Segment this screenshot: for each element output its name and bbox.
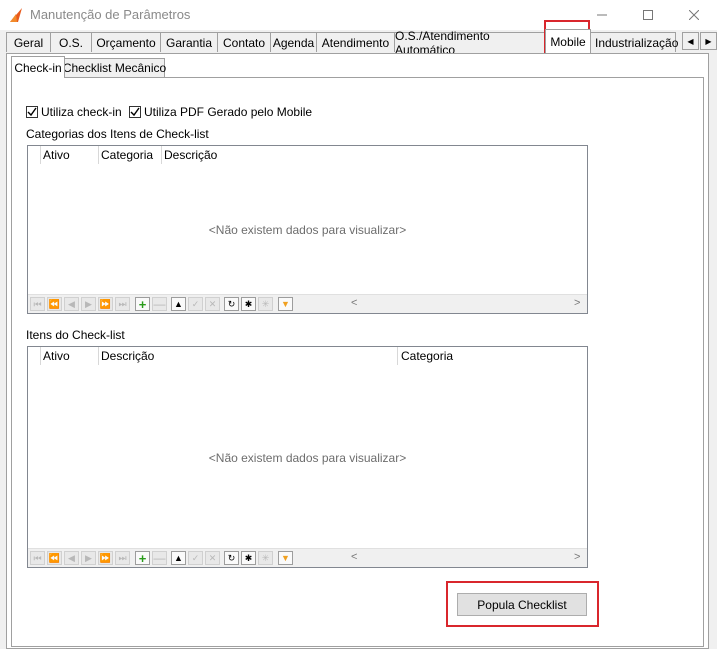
next-page-icon[interactable]: ⏩ [98,297,113,311]
tab-industrializacao[interactable]: Industrialização [590,32,678,52]
first-record-icon[interactable]: ⏮ [30,297,45,311]
goto-bookmark-icon[interactable]: ✳ [258,551,273,565]
col-categoria[interactable]: Categoria [401,349,453,363]
col-descricao[interactable]: Descrição [164,148,217,162]
tab-orcamento[interactable]: Orçamento [91,32,161,52]
prior-record-icon[interactable]: ◀ [64,297,79,311]
hscroll-right-icon[interactable]: > [574,551,580,563]
main-tabstrip: Geral O.S. Orçamento Garantia Contato Ag… [6,29,717,57]
cancel-icon[interactable]: ✕ [205,551,220,565]
itens-grid[interactable]: Ativo Descrição Categoria <Não existem d… [27,346,588,568]
col-ativo[interactable]: Ativo [43,349,70,363]
col-ativo[interactable]: Ativo [43,148,70,162]
tab-geral[interactable]: Geral [6,32,51,52]
tab-garantia[interactable]: Garantia [160,32,218,52]
refresh-icon[interactable]: ↻ [224,551,239,565]
tab-contato[interactable]: Contato [217,32,271,52]
utiliza-pdf-checkbox[interactable]: Utiliza PDF Gerado pelo Mobile [129,105,312,119]
last-record-icon[interactable]: ⏭ [115,297,130,311]
cancel-icon[interactable]: ✕ [205,297,220,311]
next-page-icon[interactable]: ⏩ [98,551,113,565]
scroll-left-icon[interactable]: ◀ [682,32,699,50]
title-bar: Manutenção de Parâmetros [0,0,717,30]
categorias-empty-message: <Não existem dados para visualizar> [208,223,407,237]
filter-icon[interactable]: ▼ [278,551,293,565]
close-icon [689,10,699,20]
refresh-icon[interactable]: ↻ [224,297,239,311]
tab-atendimento[interactable]: Atendimento [316,32,395,52]
utiliza-checkin-label: Utiliza check-in [41,105,122,119]
prior-page-icon[interactable]: ⏪ [47,297,62,311]
post-icon[interactable]: ✓ [188,551,203,565]
col-descricao[interactable]: Descrição [101,349,154,363]
insert-icon[interactable]: + [135,297,150,312]
tab-agenda[interactable]: Agenda [270,32,317,52]
checkin-panel: Utiliza check-in Utiliza PDF Gerado pelo… [11,77,704,647]
highlight-popula-button [446,581,599,627]
categorias-label: Categorias dos Itens de Check-list [26,127,209,141]
first-record-icon[interactable]: ⏮ [30,551,45,565]
subtab-checkin[interactable]: Check-in [11,56,65,78]
itens-label: Itens do Check-list [26,328,125,342]
categorias-navbar: ⏮ ⏪ ◀ ▶ ⏩ ⏭ + — ▲ ✓ ✕ ↻ ✱ ✳ ▼ < > [28,294,587,313]
itens-empty-message: <Não existem dados para visualizar> [208,451,407,465]
insert-icon[interactable]: + [135,551,150,566]
close-button[interactable] [671,0,717,30]
tab-os-atendimento-automatico[interactable]: O.S./Atendimento Automático [394,29,546,57]
prior-record-icon[interactable]: ◀ [64,551,79,565]
edit-icon[interactable]: ▲ [171,551,186,565]
app-logo-icon [10,8,22,22]
edit-icon[interactable]: ▲ [171,297,186,311]
tab-scroll-arrows: ◀ ▶ [681,32,717,50]
next-record-icon[interactable]: ▶ [81,297,96,311]
tab-os[interactable]: O.S. [50,32,92,52]
maximize-icon [643,10,653,20]
categorias-grid-header: Ativo Categoria Descrição [28,146,587,164]
last-record-icon[interactable]: ⏭ [115,551,130,565]
hscroll-left-icon[interactable]: < [351,297,357,309]
subtab-checklist-mecanico[interactable]: Checklist Mecânico [63,58,166,77]
categorias-grid[interactable]: Ativo Categoria Descrição <Não existem d… [27,145,588,314]
mobile-tab-panel: Check-in Checklist Mecânico Utiliza chec… [6,53,709,649]
delete-icon[interactable]: — [152,551,167,565]
itens-navbar: ⏮ ⏪ ◀ ▶ ⏩ ⏭ + — ▲ ✓ ✕ ↻ ✱ ✳ ▼ < > [28,548,587,567]
maximize-button[interactable] [625,0,671,30]
bookmark-icon[interactable]: ✱ [241,551,256,565]
minimize-icon [597,14,607,16]
filter-icon[interactable]: ▼ [278,297,293,311]
prior-page-icon[interactable]: ⏪ [47,551,62,565]
next-record-icon[interactable]: ▶ [81,551,96,565]
goto-bookmark-icon[interactable]: ✳ [258,297,273,311]
utiliza-checkin-checkbox[interactable]: Utiliza check-in [26,105,122,119]
post-icon[interactable]: ✓ [188,297,203,311]
itens-grid-header: Ativo Descrição Categoria [28,347,587,365]
bookmark-icon[interactable]: ✱ [241,297,256,311]
utiliza-pdf-label: Utiliza PDF Gerado pelo Mobile [144,105,313,119]
scroll-right-icon[interactable]: ▶ [700,32,717,50]
hscroll-left-icon[interactable]: < [351,551,357,563]
hscroll-right-icon[interactable]: > [574,297,580,309]
window-title: Manutenção de Parâmetros [30,7,191,22]
delete-icon[interactable]: — [152,297,167,311]
col-categoria[interactable]: Categoria [101,148,153,162]
tab-mobile[interactable]: Mobile [545,29,591,53]
checkbox-checked-icon [129,106,141,118]
checkbox-checked-icon [26,106,38,118]
